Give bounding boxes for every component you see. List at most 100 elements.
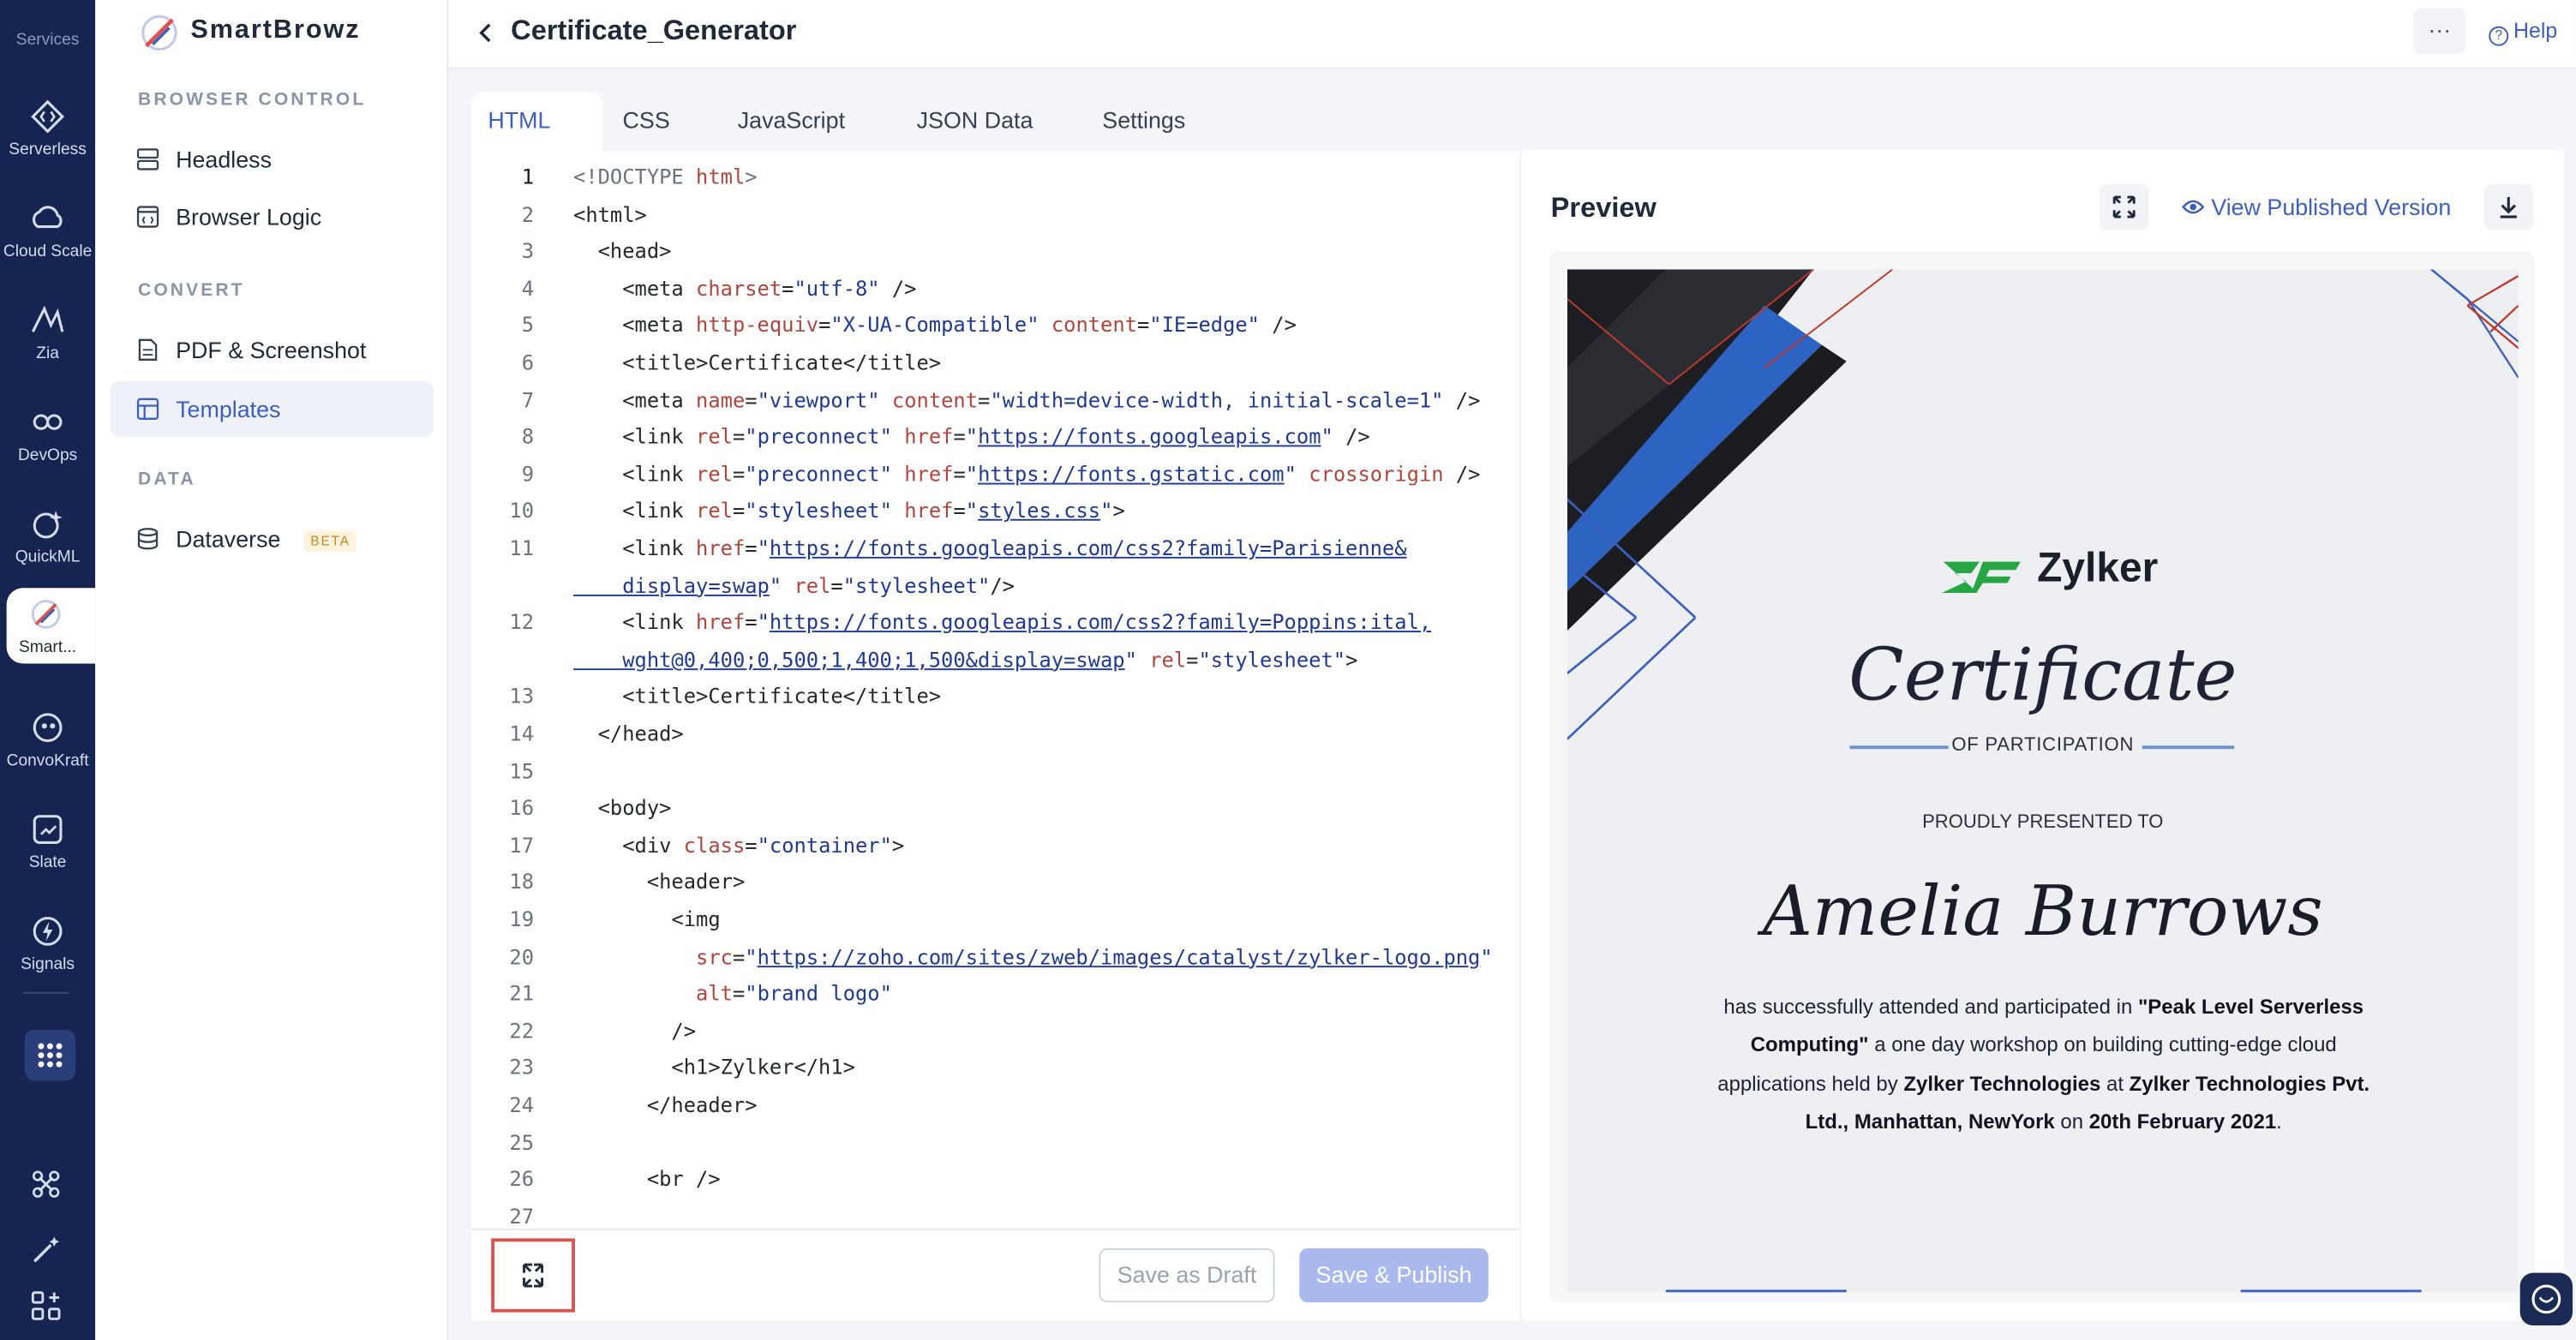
- more-options-button[interactable]: ···: [2413, 8, 2466, 55]
- add-widget-icon[interactable]: [30, 1289, 63, 1322]
- code-token: styles.css: [978, 498, 1101, 523]
- tab-json-data[interactable]: JSON Data: [917, 107, 1033, 134]
- code-token: href: [904, 498, 954, 523]
- code-token: href: [696, 535, 746, 560]
- code-token: <img: [573, 906, 721, 931]
- rail-item-zia[interactable]: Zia: [0, 286, 95, 381]
- rail-item-devops[interactable]: DevOps: [0, 387, 95, 482]
- code-token: "X-UA-Compatible": [830, 312, 1039, 338]
- line-number: 5: [521, 312, 535, 338]
- service-rail: Services Serverless Cloud Scale Zia DevO…: [0, 0, 96, 1340]
- tab-javascript[interactable]: JavaScript: [738, 107, 845, 134]
- rail-item-serverless[interactable]: Serverless: [0, 82, 95, 177]
- code-token: "stylesheet": [745, 498, 892, 523]
- rail-item-cloud-scale[interactable]: Cloud Scale: [0, 184, 95, 279]
- chat-icon: [2531, 1284, 2561, 1314]
- rail-label: Slate: [28, 853, 67, 872]
- code-token: rel: [1149, 646, 1187, 672]
- rail-item-convokraft[interactable]: ConvoKraft: [0, 693, 95, 788]
- magic-wand-icon[interactable]: [30, 1234, 63, 1266]
- code-line: <link rel="preconnect" href="https://fon…: [573, 461, 1480, 486]
- certificate-body-segment: at: [2100, 1072, 2130, 1095]
- code-token: />: [1443, 386, 1481, 412]
- back-arrow-icon[interactable]: [475, 21, 498, 45]
- code-token: <br />: [573, 1166, 721, 1192]
- code-token: href: [904, 423, 954, 449]
- certificate-preview: Zylker Certificate OF PARTICIPATION PROU…: [1567, 269, 2519, 1293]
- line-number: 12: [509, 609, 535, 635]
- code-token: "IE=edge": [1149, 312, 1260, 338]
- code-area[interactable]: 1 <!DOCTYPE html> 2 <html> 3 <head> 4 <meta c…: [471, 151, 1519, 1229]
- code-token: <meta: [573, 312, 697, 338]
- code-token: <meta: [573, 275, 697, 301]
- smartbrowz-logo-icon: [141, 15, 177, 51]
- rail-item-slate[interactable]: Slate: [0, 795, 95, 890]
- code-token: />: [990, 572, 1015, 598]
- sidebar-item-dataverse[interactable]: Dataverse BETA: [110, 511, 434, 566]
- save-and-publish-button[interactable]: Save & Publish: [1299, 1247, 1489, 1303]
- code-token: </header>: [573, 1092, 758, 1117]
- code-line: <div class="container">: [573, 833, 904, 858]
- fullscreen-editor-button[interactable]: [491, 1238, 575, 1313]
- preview-fullscreen-button[interactable]: [2099, 183, 2149, 230]
- code-token: rel: [696, 461, 733, 487]
- code-token: rel: [696, 498, 733, 523]
- line-number: 4: [521, 275, 535, 301]
- line-number: 26: [509, 1166, 535, 1192]
- code-line: <img: [573, 906, 721, 931]
- code-token: ": [1480, 943, 1493, 969]
- certificate-brand: Zylker: [2037, 545, 2159, 592]
- code-token: />: [573, 1018, 697, 1043]
- rail-label: QuickML: [15, 548, 81, 567]
- download-icon: [2500, 197, 2517, 218]
- integrations-icon[interactable]: [30, 1168, 63, 1200]
- code-token: "container": [757, 832, 892, 858]
- help-link[interactable]: ? Help: [2489, 18, 2557, 46]
- view-published-version-link[interactable]: View Published Version: [2182, 194, 2451, 220]
- code-token: <link: [573, 423, 697, 449]
- code-editor-panel: HTML CSS JavaScript JSON Data Settings 1…: [471, 92, 1520, 1321]
- code-token: =: [732, 461, 746, 487]
- sidebar-item-templates[interactable]: Templates: [110, 380, 434, 437]
- code-token: display=swap: [573, 572, 770, 598]
- code-token: =: [745, 609, 758, 635]
- line-number: 22: [509, 1018, 535, 1043]
- code-token: https://fonts.googleapis.com/css2?family…: [769, 535, 1407, 560]
- code-token: </head>: [573, 721, 684, 746]
- line-number: 15: [509, 757, 535, 783]
- sidebar-item-pdf-screenshot[interactable]: PDF & Screenshot: [110, 322, 434, 378]
- code-token: <link: [573, 535, 697, 560]
- code-token: "viewport": [757, 386, 880, 412]
- code-line: <head>: [573, 238, 672, 263]
- product-sidebar: SmartBrowz BROWSER CONTROL Headless Brow…: [95, 0, 449, 1340]
- sidebar-item-label: Dataverse: [176, 525, 281, 553]
- code-token: <link: [573, 461, 697, 487]
- code-line: <title>Certificate</title>: [573, 684, 941, 709]
- code-token: <header>: [573, 869, 746, 894]
- line-number: 21: [509, 980, 535, 1006]
- rail-item-smartbrowz[interactable]: Smart...: [6, 588, 96, 664]
- code-line: <meta http-equiv="X-UA-Compatible" conte…: [573, 313, 1297, 338]
- download-button[interactable]: [2483, 183, 2534, 230]
- tab-css[interactable]: CSS: [623, 107, 670, 134]
- code-line: />: [573, 1018, 696, 1043]
- tab-html[interactable]: HTML: [488, 107, 550, 134]
- tab-settings[interactable]: Settings: [1102, 107, 1185, 134]
- quickml-icon: [33, 511, 63, 539]
- preview-panel: Preview View Published Version Zylker Ce…: [1521, 149, 2565, 1321]
- code-line: </head>: [573, 721, 684, 746]
- certificate-title: Certificate: [1848, 633, 2238, 718]
- line-number: 10: [509, 498, 535, 523]
- certificate-body-segment: .: [2276, 1110, 2282, 1134]
- sidebar-item-browser-logic[interactable]: Browser Logic: [110, 188, 434, 244]
- code-token: =: [745, 535, 758, 560]
- save-as-draft-button[interactable]: Save as Draft: [1099, 1247, 1275, 1303]
- line-number: 13: [509, 684, 535, 709]
- chat-assistant-button[interactable]: [2519, 1272, 2573, 1326]
- rail-item-quickml[interactable]: QuickML: [0, 489, 95, 584]
- all-services-button[interactable]: [24, 1029, 76, 1081]
- code-token: src: [696, 943, 733, 969]
- sidebar-item-headless[interactable]: Headless: [110, 131, 434, 187]
- code-token: =: [830, 572, 843, 598]
- rail-item-signals[interactable]: Signals: [0, 897, 95, 992]
